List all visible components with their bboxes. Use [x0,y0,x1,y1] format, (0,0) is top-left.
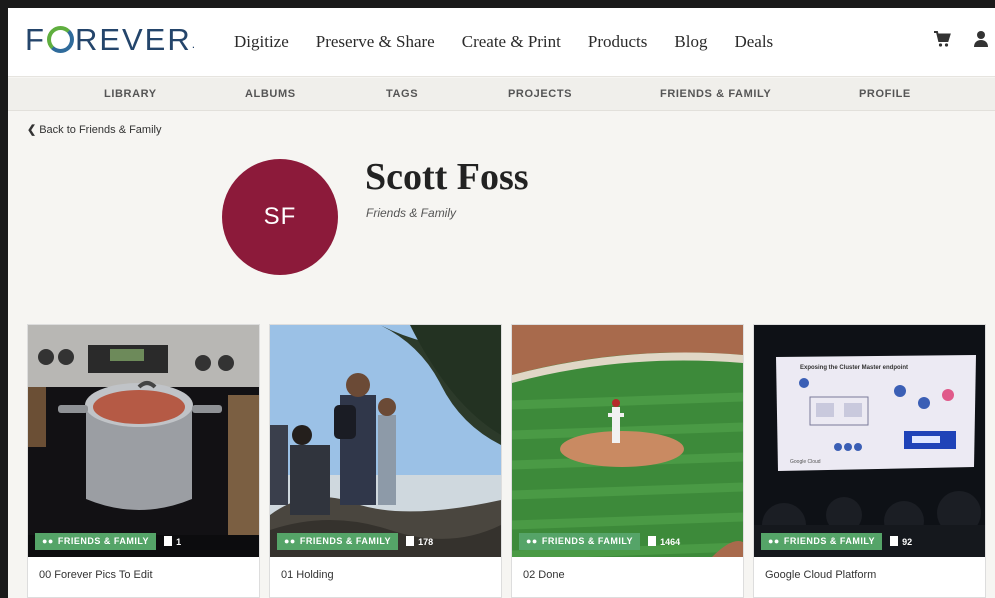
file-icon [164,536,173,546]
stove-pot-image [28,325,259,557]
profile-name: Scott Foss [365,156,529,198]
album-title[interactable]: Google Cloud Platform [765,569,876,581]
logo-letters: REVER [74,22,192,57]
back-link-label: Back to Friends & Family [39,124,162,136]
logo-ring-icon [46,26,74,53]
album-thumbnail[interactable] [28,325,259,557]
album-card[interactable]: Exposing the Cluster Master endpoint Goo… [753,324,986,598]
album-card[interactable]: ●● FRIENDS & FAMILY 1 00 Forever Pics To … [27,324,260,598]
album-thumbnail[interactable] [512,325,743,557]
count-value: 1 [176,537,182,547]
cart-icon[interactable] [933,30,951,54]
logo-dot: . [191,37,196,51]
album-title[interactable]: 01 Holding [281,569,334,581]
file-icon [648,536,657,546]
tab-friends-family[interactable]: FRIENDS & FAMILY [660,78,771,111]
friends-family-badge: ●● FRIENDS & FAMILY [277,533,399,550]
friends-family-badge: ●● FRIENDS & FAMILY [519,533,641,550]
album-title[interactable]: 02 Done [523,569,565,581]
avatar: SF [222,159,338,275]
album-badges: ●● FRIENDS & FAMILY 178 [277,533,433,550]
friends-family-badge: ●● FRIENDS & FAMILY [35,533,157,550]
slide-heading: Exposing the Cluster Master endpoint [800,365,908,371]
slide-brand: Google Cloud [790,459,821,465]
forever-logo[interactable]: F REVER. [25,22,195,58]
album-badges: ●● FRIENDS & FAMILY 92 [761,533,912,550]
top-navigation: F REVER. Digitize Preserve & Share Create… [8,8,995,77]
nav-deals[interactable]: Deals [734,30,773,54]
logo-letter-f: F [25,22,46,57]
count-value: 92 [902,537,913,547]
tab-projects[interactable]: PROJECTS [508,78,572,111]
nav-preserve-share[interactable]: Preserve & Share [316,30,435,54]
chevron-left-icon: ❮ [27,124,37,136]
album-card[interactable]: ●● FRIENDS & FAMILY 1464 02 Done [511,324,744,598]
hikers-image [270,325,501,557]
main-nav: Digitize Preserve & Share Create & Print… [234,30,773,54]
file-icon [890,536,899,546]
album-card[interactable]: ●● FRIENDS & FAMILY 178 01 Holding [269,324,502,598]
user-icon[interactable] [973,30,989,54]
people-icon: ●● [42,536,54,546]
item-count: 1 [164,536,181,547]
people-icon: ●● [284,536,296,546]
back-link[interactable]: ❮ Back to Friends & Family [27,123,161,136]
people-icon: ●● [768,536,780,546]
header-icons [933,30,989,54]
badge-label: FRIENDS & FAMILY [57,536,150,546]
section-nav: LIBRARY ALBUMS TAGS PROJECTS FRIENDS & F… [8,78,995,111]
album-title[interactable]: 00 Forever Pics To Edit [39,569,153,581]
profile-relation: Friends & Family [366,206,457,220]
tab-albums[interactable]: ALBUMS [245,78,296,111]
nav-create-print[interactable]: Create & Print [462,30,561,54]
friends-family-badge: ●● FRIENDS & FAMILY [761,533,883,550]
nav-blog[interactable]: Blog [674,30,707,54]
people-icon: ●● [526,536,538,546]
nav-digitize[interactable]: Digitize [234,30,289,54]
tab-tags[interactable]: TAGS [386,78,418,111]
item-count: 1464 [648,536,680,547]
album-badges: ●● FRIENDS & FAMILY 1 [35,533,181,550]
browser-page: F REVER. Digitize Preserve & Share Create… [8,8,995,598]
item-count: 92 [890,536,912,547]
tab-library[interactable]: LIBRARY [104,78,157,111]
baseball-field-image [512,325,743,557]
badge-label: FRIENDS & FAMILY [783,536,876,546]
badge-label: FRIENDS & FAMILY [299,536,392,546]
album-thumbnail[interactable]: Exposing the Cluster Master endpoint Goo… [754,325,985,557]
count-value: 1464 [660,537,681,547]
tab-profile[interactable]: PROFILE [859,78,911,111]
item-count: 178 [406,536,433,547]
nav-products[interactable]: Products [588,30,648,54]
file-icon [406,536,415,546]
count-value: 178 [418,537,434,547]
conference-slide-image: Exposing the Cluster Master endpoint Goo… [754,325,985,557]
badge-label: FRIENDS & FAMILY [541,536,634,546]
album-badges: ●● FRIENDS & FAMILY 1464 [519,533,680,550]
album-thumbnail[interactable] [270,325,501,557]
